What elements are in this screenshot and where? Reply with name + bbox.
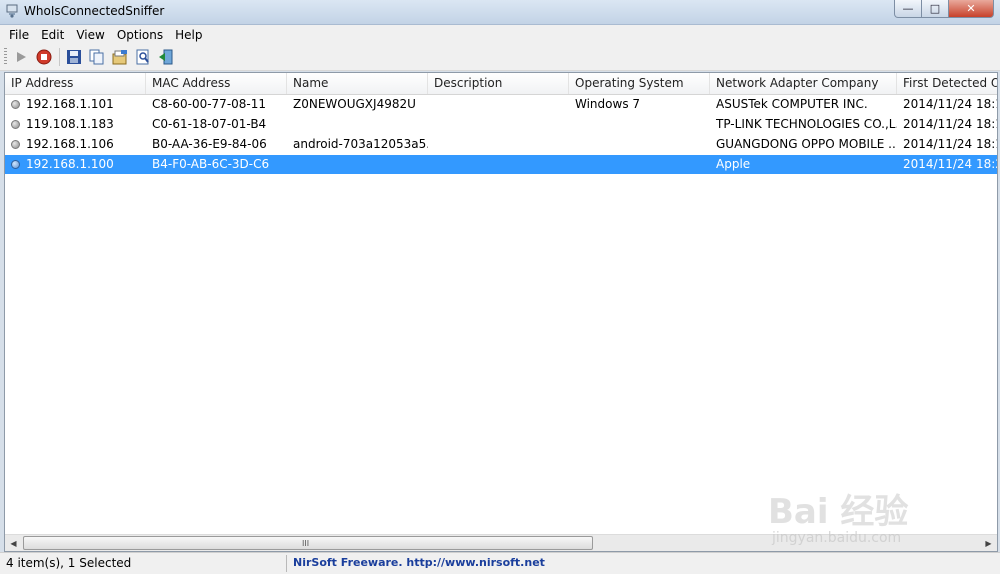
title-bar: WhoIsConnectedSniffer — □ ✕ (0, 0, 1000, 25)
cell-description (428, 155, 569, 174)
menu-file[interactable]: File (0, 28, 35, 42)
cell-name: android-703a12053a5... (293, 137, 428, 151)
table-row-selected[interactable]: 192.168.1.100 B4-F0-AB-6C-3D-C6 Apple 20… (5, 155, 997, 174)
cell-ip: 192.168.1.106 (26, 137, 114, 151)
cell-os (569, 135, 710, 154)
find-button[interactable] (133, 47, 153, 67)
nirsoft-link[interactable]: NirSoft Freeware. http://www.nirsoft.net (293, 556, 545, 569)
menu-bar: File Edit View Options Help (0, 25, 1000, 44)
maximize-button[interactable]: □ (921, 0, 949, 18)
scrollbar-thumb[interactable]: III (23, 536, 593, 550)
list-header: IP Address MAC Address Name Description … (5, 73, 997, 95)
status-divider (286, 555, 287, 572)
connected-devices-list[interactable]: IP Address MAC Address Name Description … (4, 72, 998, 552)
scroll-left-arrow-icon[interactable]: ◀ (5, 535, 22, 551)
exit-button[interactable] (156, 47, 176, 67)
cell-os (569, 155, 710, 174)
exit-icon (159, 49, 173, 65)
cell-ip: 192.168.1.100 (26, 157, 114, 171)
device-status-icon (11, 100, 20, 109)
save-icon (67, 50, 81, 64)
save-button[interactable] (64, 47, 84, 67)
menu-edit[interactable]: Edit (35, 28, 70, 42)
column-ip-address[interactable]: IP Address (5, 73, 146, 94)
column-first-detected-on[interactable]: First Detected On (897, 73, 997, 94)
cell-ip: 192.168.1.101 (26, 97, 114, 111)
cell-os: Windows 7 (575, 97, 641, 111)
cell-company: TP-LINK TECHNOLOGIES CO.,L... (716, 117, 897, 131)
column-network-adapter-company[interactable]: Network Adapter Company (710, 73, 897, 94)
stop-icon (36, 49, 52, 65)
start-button[interactable] (11, 47, 31, 67)
toolbar-separator (59, 48, 60, 66)
status-bar: 4 item(s), 1 Selected NirSoft Freeware. … (0, 552, 1000, 574)
menu-options[interactable]: Options (111, 28, 169, 42)
item-count-status: 4 item(s), 1 Selected (6, 556, 132, 570)
table-row[interactable]: 192.168.1.101 C8-60-00-77-08-11 Z0NEWOUG… (5, 95, 997, 114)
close-button[interactable]: ✕ (948, 0, 994, 18)
horizontal-scrollbar[interactable]: ◀ III ▶ (5, 534, 997, 551)
find-icon (136, 49, 149, 65)
toolbar-grip (4, 48, 7, 66)
column-operating-system[interactable]: Operating System (569, 73, 710, 94)
cell-company: Apple (716, 157, 751, 171)
cell-company: GUANGDONG OPPO MOBILE ... (716, 137, 897, 151)
device-status-icon (11, 160, 20, 169)
cell-mac: C8-60-00-77-08-11 (152, 97, 267, 111)
cell-description (428, 115, 569, 134)
cell-os (569, 115, 710, 134)
cell-description (428, 135, 569, 154)
cell-mac: B0-AA-36-E9-84-06 (152, 137, 267, 151)
cell-description (428, 95, 569, 114)
cell-first-detected: 2014/11/24 18:11 (903, 97, 997, 111)
cell-ip: 119.108.1.183 (26, 117, 114, 131)
cell-first-detected: 2014/11/24 18:18 (903, 137, 997, 151)
minimize-button[interactable]: — (894, 0, 922, 18)
cell-first-detected: 2014/11/24 18:11 (903, 117, 997, 131)
scroll-right-arrow-icon[interactable]: ▶ (980, 535, 997, 551)
window-controls: — □ ✕ (894, 0, 994, 18)
table-row[interactable]: 119.108.1.183 C0-61-18-07-01-B4 TP-LINK … (5, 115, 997, 134)
stop-button[interactable] (34, 47, 54, 67)
cell-first-detected: 2014/11/24 18:2 (903, 157, 997, 171)
copy-icon (89, 49, 104, 65)
cell-name (287, 155, 428, 174)
menu-view[interactable]: View (70, 28, 110, 42)
column-description[interactable]: Description (428, 73, 569, 94)
column-mac-address[interactable]: MAC Address (146, 73, 287, 94)
properties-button[interactable] (110, 47, 130, 67)
column-name[interactable]: Name (287, 73, 428, 94)
device-status-icon (11, 140, 20, 149)
cell-company: ASUSTek COMPUTER INC. (716, 97, 868, 111)
table-row[interactable]: 192.168.1.106 B0-AA-36-E9-84-06 android-… (5, 135, 997, 154)
toolbar (0, 44, 1000, 71)
device-status-icon (11, 120, 20, 129)
cell-name (287, 115, 428, 134)
window-title: WhoIsConnectedSniffer (24, 4, 165, 18)
cell-mac: C0-61-18-07-01-B4 (152, 117, 267, 131)
cell-name: Z0NEWOUGXJ4982U (293, 97, 416, 111)
app-icon (6, 4, 18, 18)
menu-help[interactable]: Help (169, 28, 208, 42)
play-icon (17, 52, 26, 62)
cell-mac: B4-F0-AB-6C-3D-C6 (152, 157, 270, 171)
scrollbar-grip: III (302, 539, 310, 548)
copy-button[interactable] (87, 47, 107, 67)
properties-icon (112, 50, 127, 65)
